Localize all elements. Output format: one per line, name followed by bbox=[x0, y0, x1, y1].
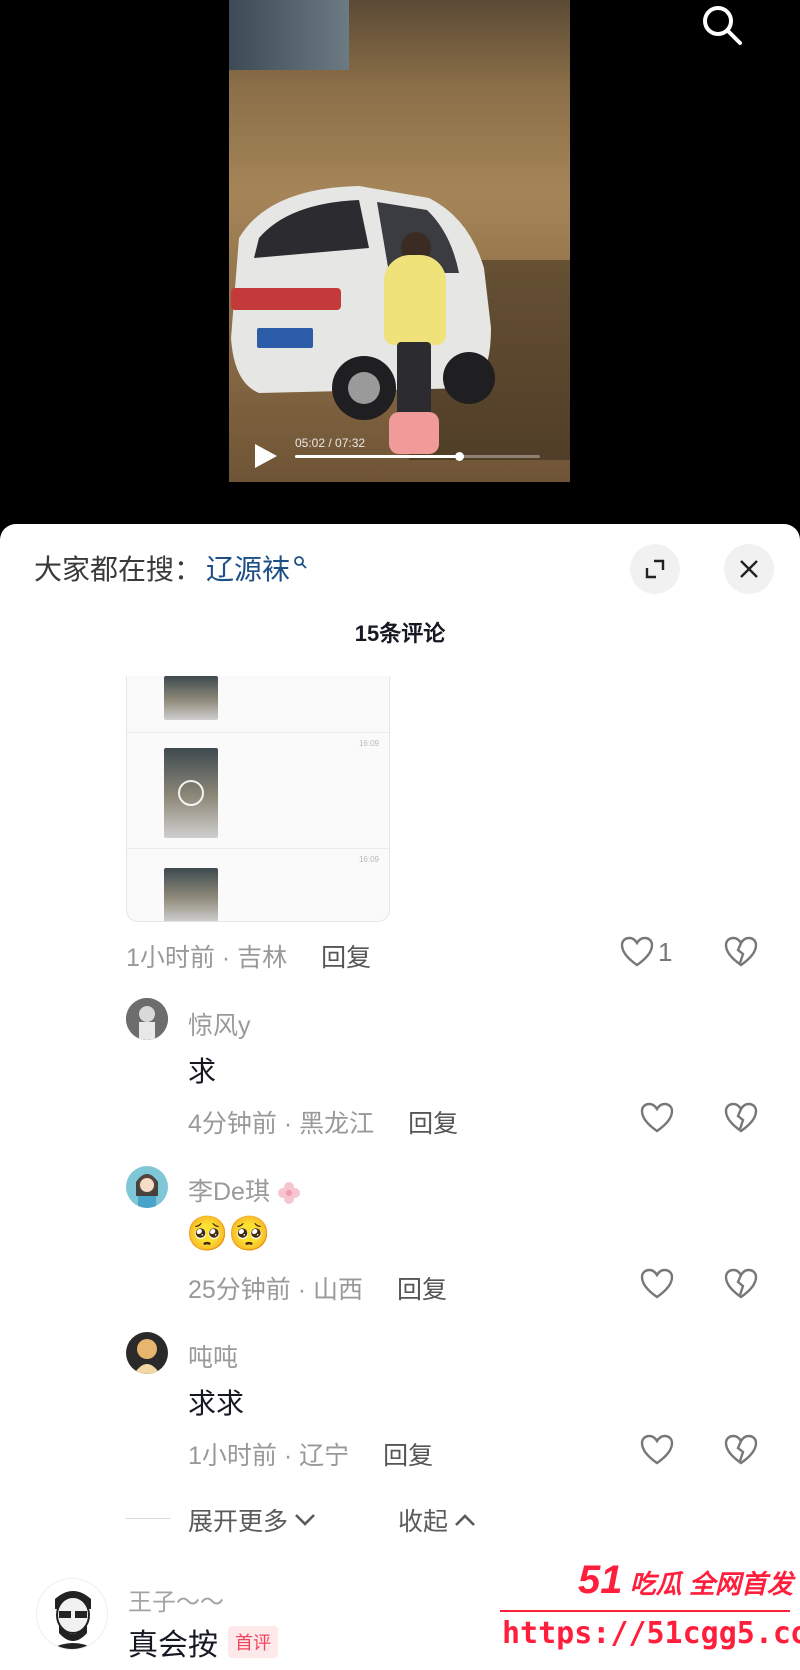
image-card-time: 16:09 bbox=[358, 855, 379, 864]
video-scene-person-legs bbox=[397, 342, 431, 422]
comment-time-location: 1小时前 · 吉林 bbox=[126, 944, 288, 972]
comment-text-content: 真会按 bbox=[128, 1629, 218, 1662]
video-progress-fill bbox=[295, 455, 460, 458]
chevron-up-icon bbox=[455, 1514, 475, 1526]
reply-button[interactable]: 回复 bbox=[408, 1104, 458, 1140]
chevron-down-icon bbox=[295, 1514, 315, 1526]
comment-time-location: 4分钟前 · 黑龙江 bbox=[188, 1110, 375, 1138]
avatar[interactable] bbox=[126, 1166, 168, 1208]
watermark: 51 吃瓜 全网首发 https://51cgg5.com bbox=[496, 1558, 800, 1668]
video-scene-person-body bbox=[384, 255, 446, 345]
image-thumbnail[interactable] bbox=[164, 868, 218, 921]
comment-time-location: 1小时前 · 辽宁 bbox=[188, 1442, 350, 1470]
dislike-button[interactable] bbox=[724, 936, 758, 973]
thread-divider bbox=[126, 1518, 170, 1519]
avatar-image bbox=[126, 1332, 168, 1374]
first-comment-badge: 首评 bbox=[228, 1626, 278, 1658]
comment-meta: 4分钟前 · 黑龙江 回复 bbox=[188, 1104, 458, 1140]
search-icon bbox=[294, 556, 307, 569]
avatar-image bbox=[126, 1166, 168, 1208]
close-button[interactable] bbox=[724, 544, 774, 594]
like-button[interactable]: 1 bbox=[620, 936, 672, 968]
dislike-button[interactable] bbox=[724, 1434, 758, 1471]
comment-username[interactable]: 惊风y bbox=[188, 1006, 251, 1042]
like-button[interactable] bbox=[640, 1102, 674, 1134]
watermark-line bbox=[500, 1610, 790, 1612]
comment-meta: 1小时前 · 吉林 回复 bbox=[126, 938, 371, 974]
video-scene-wall bbox=[229, 0, 349, 70]
heart-icon bbox=[640, 1268, 674, 1299]
reply-button[interactable]: 回复 bbox=[397, 1270, 447, 1306]
trending-keyword[interactable]: 辽源袜 bbox=[206, 548, 290, 588]
play-circle-icon bbox=[178, 780, 204, 806]
image-card-time: 16:09 bbox=[358, 739, 379, 748]
avatar[interactable] bbox=[126, 998, 168, 1040]
heart-icon bbox=[640, 1434, 674, 1465]
collapse-button[interactable]: 收起 bbox=[398, 1502, 476, 1538]
broken-heart-icon bbox=[724, 1102, 758, 1133]
image-card-row: 16:09 bbox=[127, 732, 389, 748]
video-time-label: 05:02 / 07:32 bbox=[295, 436, 366, 450]
video-progress-knob[interactable] bbox=[455, 452, 465, 461]
comment-text: 求求 bbox=[188, 1388, 245, 1419]
close-icon bbox=[740, 560, 758, 578]
image-thumbnail[interactable] bbox=[164, 676, 218, 720]
avatar-image bbox=[126, 998, 168, 1040]
comment-username[interactable]: 王子～～ bbox=[128, 1582, 224, 1617]
dislike-button[interactable] bbox=[724, 1268, 758, 1305]
expand-more-button[interactable]: 展开更多 bbox=[188, 1502, 316, 1538]
image-thumbnail[interactable] bbox=[164, 748, 218, 838]
comment-count-title: 15条评论 bbox=[354, 621, 446, 646]
dislike-button[interactable] bbox=[724, 1102, 758, 1139]
search-button[interactable] bbox=[694, 0, 750, 50]
comment-sheet: 大家都在搜： 辽源袜 15条评论 16:09 16:09 1小时前 · 吉林 回… bbox=[0, 524, 800, 1670]
watermark-url: https://51cgg5.com bbox=[502, 1616, 800, 1651]
collapse-label: 收起 bbox=[398, 1508, 449, 1536]
avatar[interactable] bbox=[126, 1332, 168, 1374]
comment-text: 真会按 首评 bbox=[128, 1620, 278, 1664]
avatar-image bbox=[37, 1579, 107, 1649]
username-text: 李De琪 bbox=[188, 1178, 270, 1206]
reply-button[interactable]: 回复 bbox=[321, 938, 371, 974]
video-controls: 05:02 / 07:32 bbox=[229, 420, 570, 482]
like-button[interactable] bbox=[640, 1434, 674, 1466]
comment-image-card[interactable]: 16:09 16:09 bbox=[126, 676, 390, 922]
flower-icon bbox=[277, 1182, 300, 1205]
video-scene-car bbox=[231, 186, 495, 420]
watermark-brand-text: 吃瓜 全网首发 bbox=[629, 1569, 793, 1599]
avatar[interactable] bbox=[36, 1578, 108, 1650]
video-progress-bar[interactable] bbox=[295, 452, 540, 461]
like-button[interactable] bbox=[640, 1268, 674, 1300]
watermark-brand-number: 51 bbox=[578, 1558, 623, 1602]
expand-button[interactable] bbox=[630, 544, 680, 594]
reply-button[interactable]: 回复 bbox=[383, 1436, 433, 1472]
watermark-brand: 51 吃瓜 全网首发 bbox=[578, 1558, 793, 1603]
play-icon bbox=[255, 444, 277, 468]
broken-heart-icon bbox=[724, 1434, 758, 1465]
broken-heart-icon bbox=[724, 936, 758, 967]
comment-meta: 1小时前 · 辽宁 回复 bbox=[188, 1436, 433, 1472]
image-card-row: 16:09 bbox=[127, 848, 389, 864]
comment-time-location: 25分钟前 · 山西 bbox=[188, 1276, 364, 1304]
comment-username[interactable]: 吨吨 bbox=[188, 1338, 238, 1374]
heart-icon bbox=[620, 936, 654, 967]
play-button[interactable] bbox=[253, 442, 279, 475]
comment-username[interactable]: 李De琪 bbox=[188, 1172, 301, 1208]
trending-search[interactable]: 大家都在搜： 辽源袜 bbox=[34, 548, 307, 588]
trending-prefix: 大家都在搜： bbox=[34, 554, 203, 585]
like-count: 1 bbox=[658, 936, 673, 967]
expand-icon bbox=[645, 559, 665, 579]
heart-icon bbox=[640, 1102, 674, 1133]
expand-more-label: 展开更多 bbox=[188, 1508, 289, 1536]
video-player[interactable]: 05:02 / 07:32 bbox=[0, 0, 800, 530]
comment-text: 🥺🥺 bbox=[186, 1215, 271, 1253]
search-icon bbox=[703, 6, 742, 45]
video-frame[interactable]: 05:02 / 07:32 bbox=[229, 0, 570, 482]
broken-heart-icon bbox=[724, 1268, 758, 1299]
comment-text: 求 bbox=[188, 1056, 217, 1087]
comment-meta: 25分钟前 · 山西 回复 bbox=[188, 1270, 447, 1306]
